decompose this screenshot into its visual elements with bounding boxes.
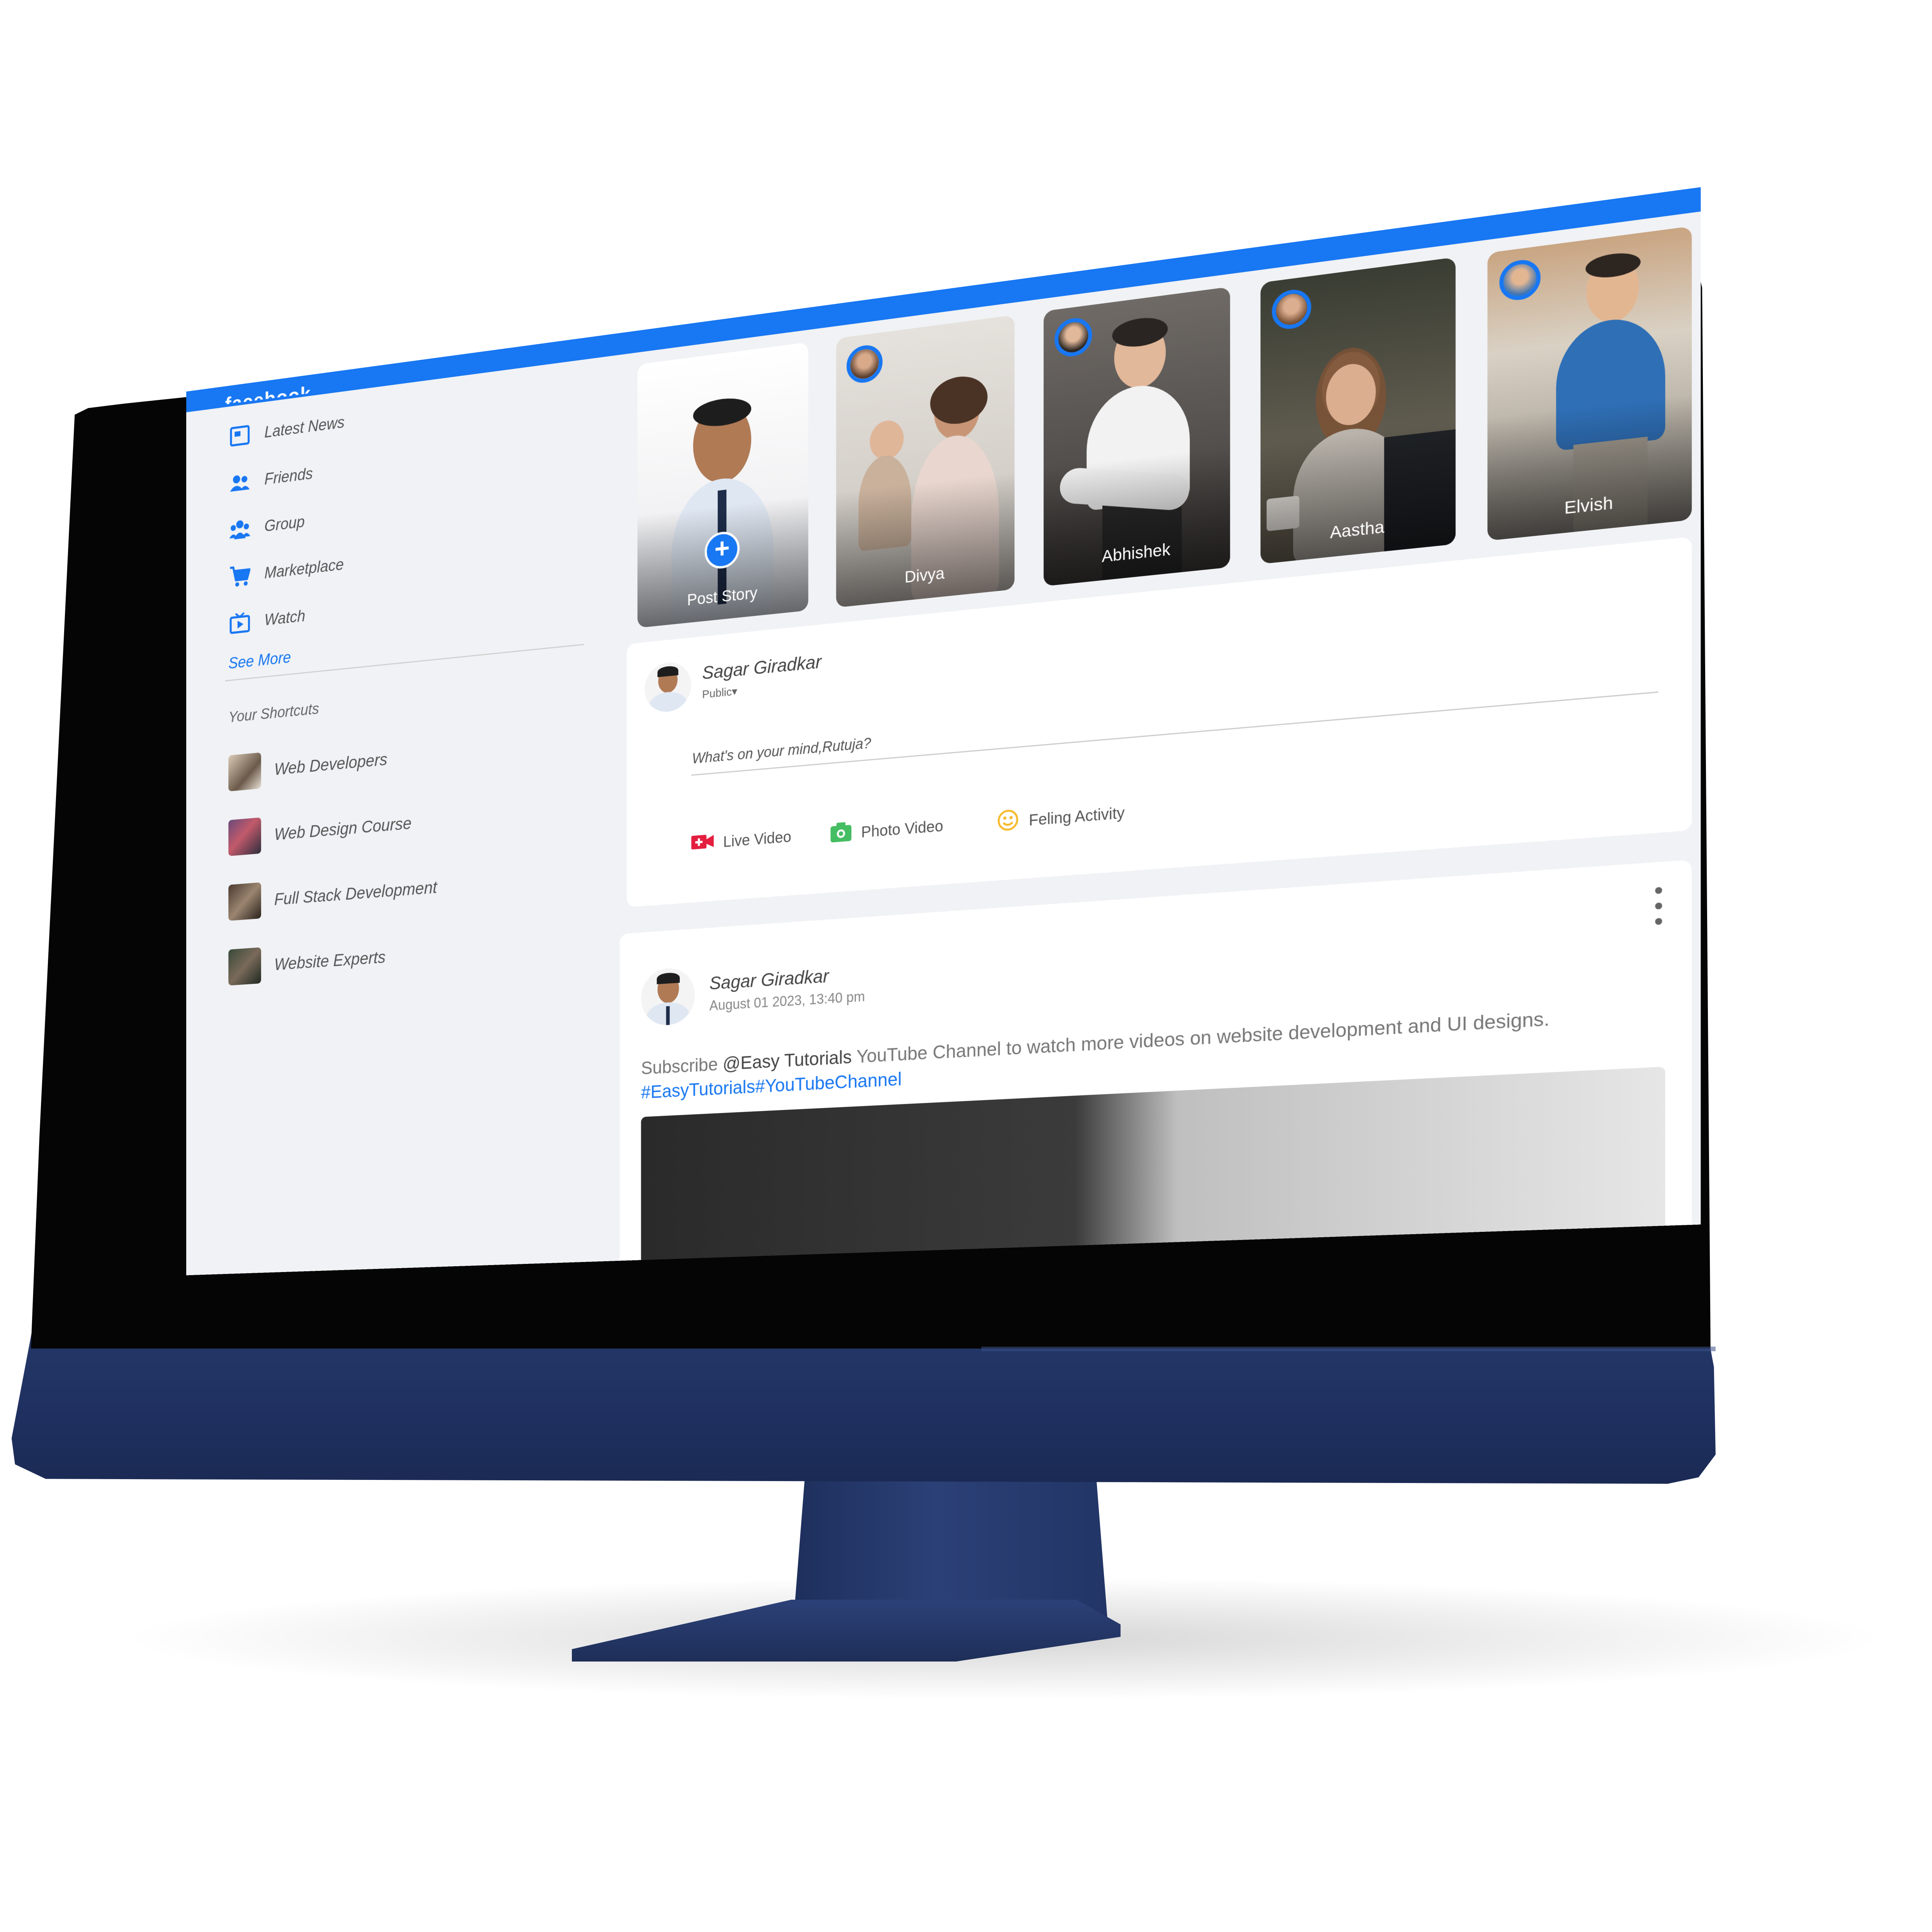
sidebar-item-latest-news[interactable]: Latest News [228, 402, 345, 457]
sidebar-item-label: Marketplace [264, 555, 344, 582]
user-avatar[interactable] [645, 660, 692, 714]
caret-down-icon: ▾ [731, 685, 738, 698]
story-elvish[interactable]: Elvish [1487, 226, 1692, 541]
shortcut-thumbnail [228, 882, 261, 921]
sidebar-item-friends[interactable]: Friends [228, 454, 313, 504]
action-label: Feling Activity [1029, 804, 1125, 829]
screen-perspective: facebook Latest News Friends Group Marke… [0, 0, 1932, 1932]
shortcut-label: Web Design Course [274, 813, 412, 844]
sidebar-item-marketplace[interactable]: Marketplace [228, 544, 344, 597]
action-label: Photo Video [861, 817, 944, 841]
shortcut-label: Full Stack Development [274, 877, 437, 909]
feeling-activity-button[interactable]: Feling Activity [997, 800, 1125, 836]
shortcut-web-developers[interactable]: Web Developers [228, 737, 387, 795]
group-icon [228, 515, 251, 543]
chin-highlight [981, 1347, 1716, 1351]
post-text-prefix: Subscribe [641, 1054, 723, 1079]
shortcut-thumbnail [228, 947, 261, 986]
shortcut-website-experts[interactable]: Website Experts [228, 935, 386, 989]
story-aastha[interactable]: Aastha [1260, 257, 1456, 564]
photo-video-button[interactable]: Photo Video [830, 815, 943, 847]
sidebar-item-label: Latest News [264, 413, 345, 442]
shortcut-label: Web Developers [274, 749, 388, 779]
story-post-story[interactable]: + Post Story [637, 342, 808, 628]
newspaper-icon [228, 422, 251, 450]
story-divya[interactable]: Divya [836, 315, 1015, 608]
sidebar-item-label: Group [264, 512, 305, 535]
visibility-label: Public [702, 685, 732, 701]
post-options-icon[interactable] [1652, 887, 1665, 925]
shortcut-thumbnail [228, 817, 261, 856]
live-video-icon [691, 833, 714, 855]
see-more-link[interactable]: See More [228, 648, 291, 673]
friends-icon [228, 469, 251, 497]
photo-icon [830, 821, 852, 846]
sidebar-item-group[interactable]: Group [228, 502, 305, 551]
cart-icon [228, 562, 251, 590]
post-mention[interactable]: @Easy Tutorials [723, 1047, 852, 1074]
visibility-selector[interactable]: Public▾ [702, 685, 737, 701]
sidebar-item-watch[interactable]: Watch [228, 596, 305, 644]
status-input[interactable] [691, 657, 1658, 776]
shortcut-thumbnail [228, 752, 261, 792]
composer-user-name[interactable]: Sagar Giradkar [702, 651, 821, 684]
post-author-avatar[interactable] [641, 966, 695, 1027]
post-image[interactable] [641, 1066, 1665, 1276]
sidebar-item-label: Watch [264, 607, 305, 629]
left-sidebar: Latest News Friends Group Marketplace Wa… [186, 357, 605, 1275]
live-video-button[interactable]: Live Video [691, 827, 791, 855]
sidebar-item-label: Friends [264, 464, 313, 488]
story-abhishek[interactable]: Abhishek [1043, 287, 1230, 587]
shortcut-full-stack-development[interactable]: Full Stack Development [228, 865, 437, 924]
post-text-suffix: YouTube Channel to watch more videos on … [852, 1008, 1550, 1068]
shortcut-label: Website Experts [274, 947, 386, 974]
feed-post: Sagar Giradkar August 01 2023, 13:40 pm … [619, 860, 1692, 1276]
tv-icon [228, 609, 251, 637]
post-author-name[interactable]: Sagar Giradkar [709, 966, 829, 994]
screen: facebook Latest News Friends Group Marke… [186, 187, 1701, 1276]
smile-icon [997, 808, 1019, 836]
shortcut-web-design-course[interactable]: Web Design Course [228, 801, 412, 860]
shortcuts-heading: Your Shortcuts [228, 700, 319, 726]
action-label: Live Video [723, 828, 791, 850]
